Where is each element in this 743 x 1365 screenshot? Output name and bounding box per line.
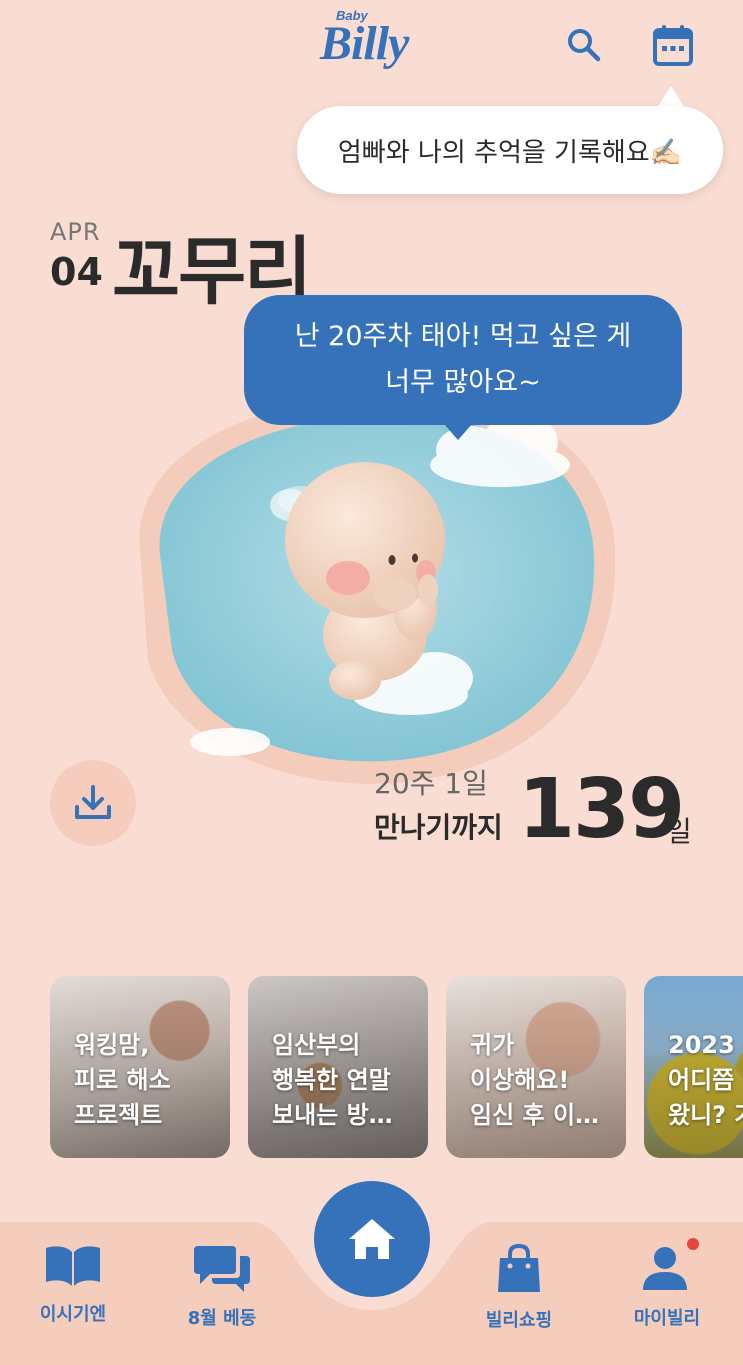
search-button[interactable] bbox=[561, 22, 607, 68]
days-unit: 일 bbox=[666, 815, 692, 848]
baby-speech-bubble: 난 20주차 태아! 먹고 싶은 게 너무 많아요~ bbox=[244, 295, 682, 425]
nav-item-community[interactable]: 8월 베동 bbox=[162, 1244, 282, 1330]
article-carousel[interactable]: 워킹맘, 피로 해소 프로젝트 임산부의 행복한 연말 보내는 방… 귀가 이상… bbox=[50, 976, 743, 1158]
article-title: 2023 봄 어디쯤 왔니? 가 bbox=[668, 1031, 743, 1129]
logo-billy-text: Billy bbox=[320, 17, 409, 70]
article-title: 워킹맘, 피로 해소 프로젝트 bbox=[74, 1031, 171, 1129]
shopping-bag-icon bbox=[498, 1243, 540, 1292]
article-title: 임산부의 행복한 연말 보내는 방… bbox=[272, 1031, 393, 1129]
memory-tooltip[interactable]: 엄빠와 나의 추억을 기록해요✍🏻 bbox=[297, 106, 723, 194]
speech-line-1: 난 20주차 태아! 먹고 싶은 게 bbox=[294, 321, 632, 352]
notification-dot bbox=[687, 1238, 699, 1250]
until-meeting-label: 만나기까지 bbox=[374, 811, 503, 844]
person-icon bbox=[643, 1247, 687, 1290]
nav-label: 마이빌리 bbox=[633, 1308, 701, 1329]
home-button[interactable] bbox=[314, 1181, 430, 1297]
article-card-year-end[interactable]: 임산부의 행복한 연말 보내는 방… bbox=[248, 976, 428, 1158]
nav-label: 이시기엔 bbox=[39, 1304, 107, 1325]
nav-label: 8월 베동 bbox=[187, 1308, 257, 1329]
nav-label: 빌리쇼핑 bbox=[485, 1310, 553, 1331]
article-card-working-mom[interactable]: 워킹맘, 피로 해소 프로젝트 bbox=[50, 976, 230, 1158]
search-icon bbox=[568, 29, 601, 62]
article-title: 귀가 이상해요! 임신 후 이… bbox=[470, 1031, 600, 1129]
baby-illustration bbox=[139, 394, 616, 784]
nav-item-shopping[interactable]: 빌리쇼핑 bbox=[459, 1243, 579, 1332]
nav-item-this-period[interactable]: 이시기엔 bbox=[13, 1244, 133, 1326]
download-button[interactable] bbox=[50, 760, 136, 846]
home-icon bbox=[349, 1219, 395, 1259]
app-screen: Baby Billy 엄빠와 나의 추억을 기록해요✍🏻 APR 04 꼬무리 bbox=[0, 0, 743, 1365]
days-remaining: 139 bbox=[518, 762, 685, 857]
nav-item-my-billy[interactable]: 마이빌리 bbox=[607, 1244, 727, 1330]
tooltip-tail bbox=[657, 86, 685, 108]
pregnancy-week-day: 20주 1일 bbox=[374, 767, 488, 800]
chat-icon bbox=[194, 1246, 250, 1292]
speech-bubble-tail bbox=[444, 424, 472, 440]
tooltip-text: 엄빠와 나의 추억을 기록해요✍🏻 bbox=[337, 137, 683, 168]
speech-line-2: 너무 많아요~ bbox=[385, 367, 541, 398]
calendar-button[interactable] bbox=[650, 22, 696, 68]
calendar-icon bbox=[653, 25, 693, 66]
download-icon bbox=[75, 785, 111, 819]
article-card-ear[interactable]: 귀가 이상해요! 임신 후 이… bbox=[446, 976, 626, 1158]
article-card-spring[interactable]: 2023 봄 어디쯤 왔니? 가 bbox=[644, 976, 743, 1158]
date-month: APR bbox=[50, 218, 101, 246]
billy-logo: Baby Billy bbox=[318, 6, 428, 86]
book-icon bbox=[46, 1246, 100, 1286]
date-day: 04 bbox=[50, 250, 103, 294]
